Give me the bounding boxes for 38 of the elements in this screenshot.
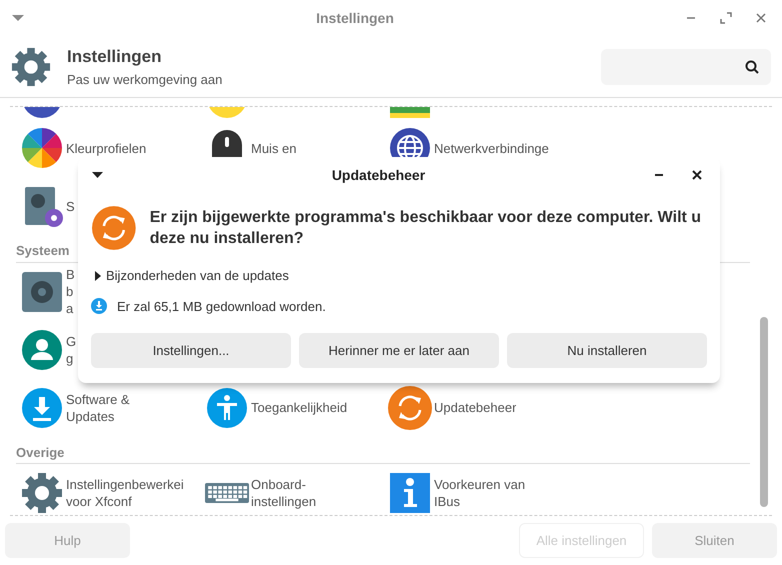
settings-item-label[interactable]: B b a: [66, 266, 75, 317]
settings-item-label[interactable]: S: [66, 198, 75, 214]
window-title: Instellingen: [315, 8, 395, 28]
user-icon: [21, 328, 63, 370]
dialog-button[interactable]: Instellingen...: [91, 333, 291, 368]
accessibility-icon: [206, 386, 248, 428]
settings-item-label[interactable]: Muis en: [251, 140, 297, 156]
color-wheel-icon: [21, 127, 63, 169]
download-icon: [91, 298, 107, 314]
sync-icon: [92, 206, 136, 250]
settings-item-label[interactable]: Software & Updates: [66, 390, 130, 424]
search-icon: [745, 60, 759, 74]
details-expander[interactable]: Bijzonderheden van de updates: [95, 266, 289, 286]
settings-item-label[interactable]: Instellingenbewerkei voor Xfconf: [66, 476, 184, 510]
menu-icon[interactable]: [92, 172, 103, 178]
download-icon: [21, 386, 63, 428]
dialog-title: Updatebeheer: [330, 166, 426, 185]
settings-item-label[interactable]: Kleurprofielen: [66, 140, 146, 156]
settings-item-label[interactable]: Netwerkverbindinge: [434, 140, 549, 156]
app-icon: [389, 107, 431, 119]
section-title: Overige: [16, 442, 750, 464]
info-icon: [389, 472, 431, 514]
sync-icon: [388, 386, 432, 430]
expander-icon: [95, 270, 101, 281]
settings-item-label[interactable]: Onboard- instellingen: [251, 476, 316, 510]
close-icon[interactable]: [692, 170, 702, 180]
settings-item-label[interactable]: Voorkeuren van IBus: [434, 476, 526, 510]
scrollbar[interactable]: [760, 317, 768, 507]
settings-item-label[interactable]: Toegankelijkheid: [251, 399, 348, 416]
settings-item-label[interactable]: Updatebeheer: [434, 399, 516, 416]
maximize-icon[interactable]: [720, 12, 732, 24]
search-field[interactable]: [601, 48, 771, 84]
dialog-button[interactable]: Herinner me er later aan: [299, 333, 499, 368]
settings-item-label[interactable]: G g: [66, 332, 76, 366]
header-subtitle: Pas uw werkomgeving aan: [67, 70, 224, 89]
dialog-button[interactable]: Nu installeren: [507, 333, 707, 368]
download-note: Er zal 65,1 MB gedownload worden.: [117, 298, 326, 316]
header-title: Instellingen: [67, 46, 162, 68]
